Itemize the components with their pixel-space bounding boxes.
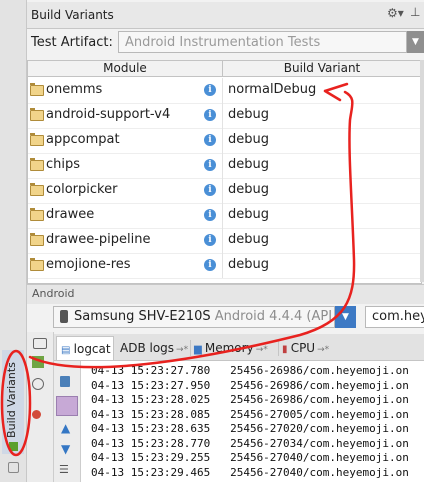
annotation-arrow-path [28,90,356,369]
annotation-arrowhead [323,82,349,102]
annotation-circle [0,349,32,457]
red-annotation-overlay [0,82,356,457]
